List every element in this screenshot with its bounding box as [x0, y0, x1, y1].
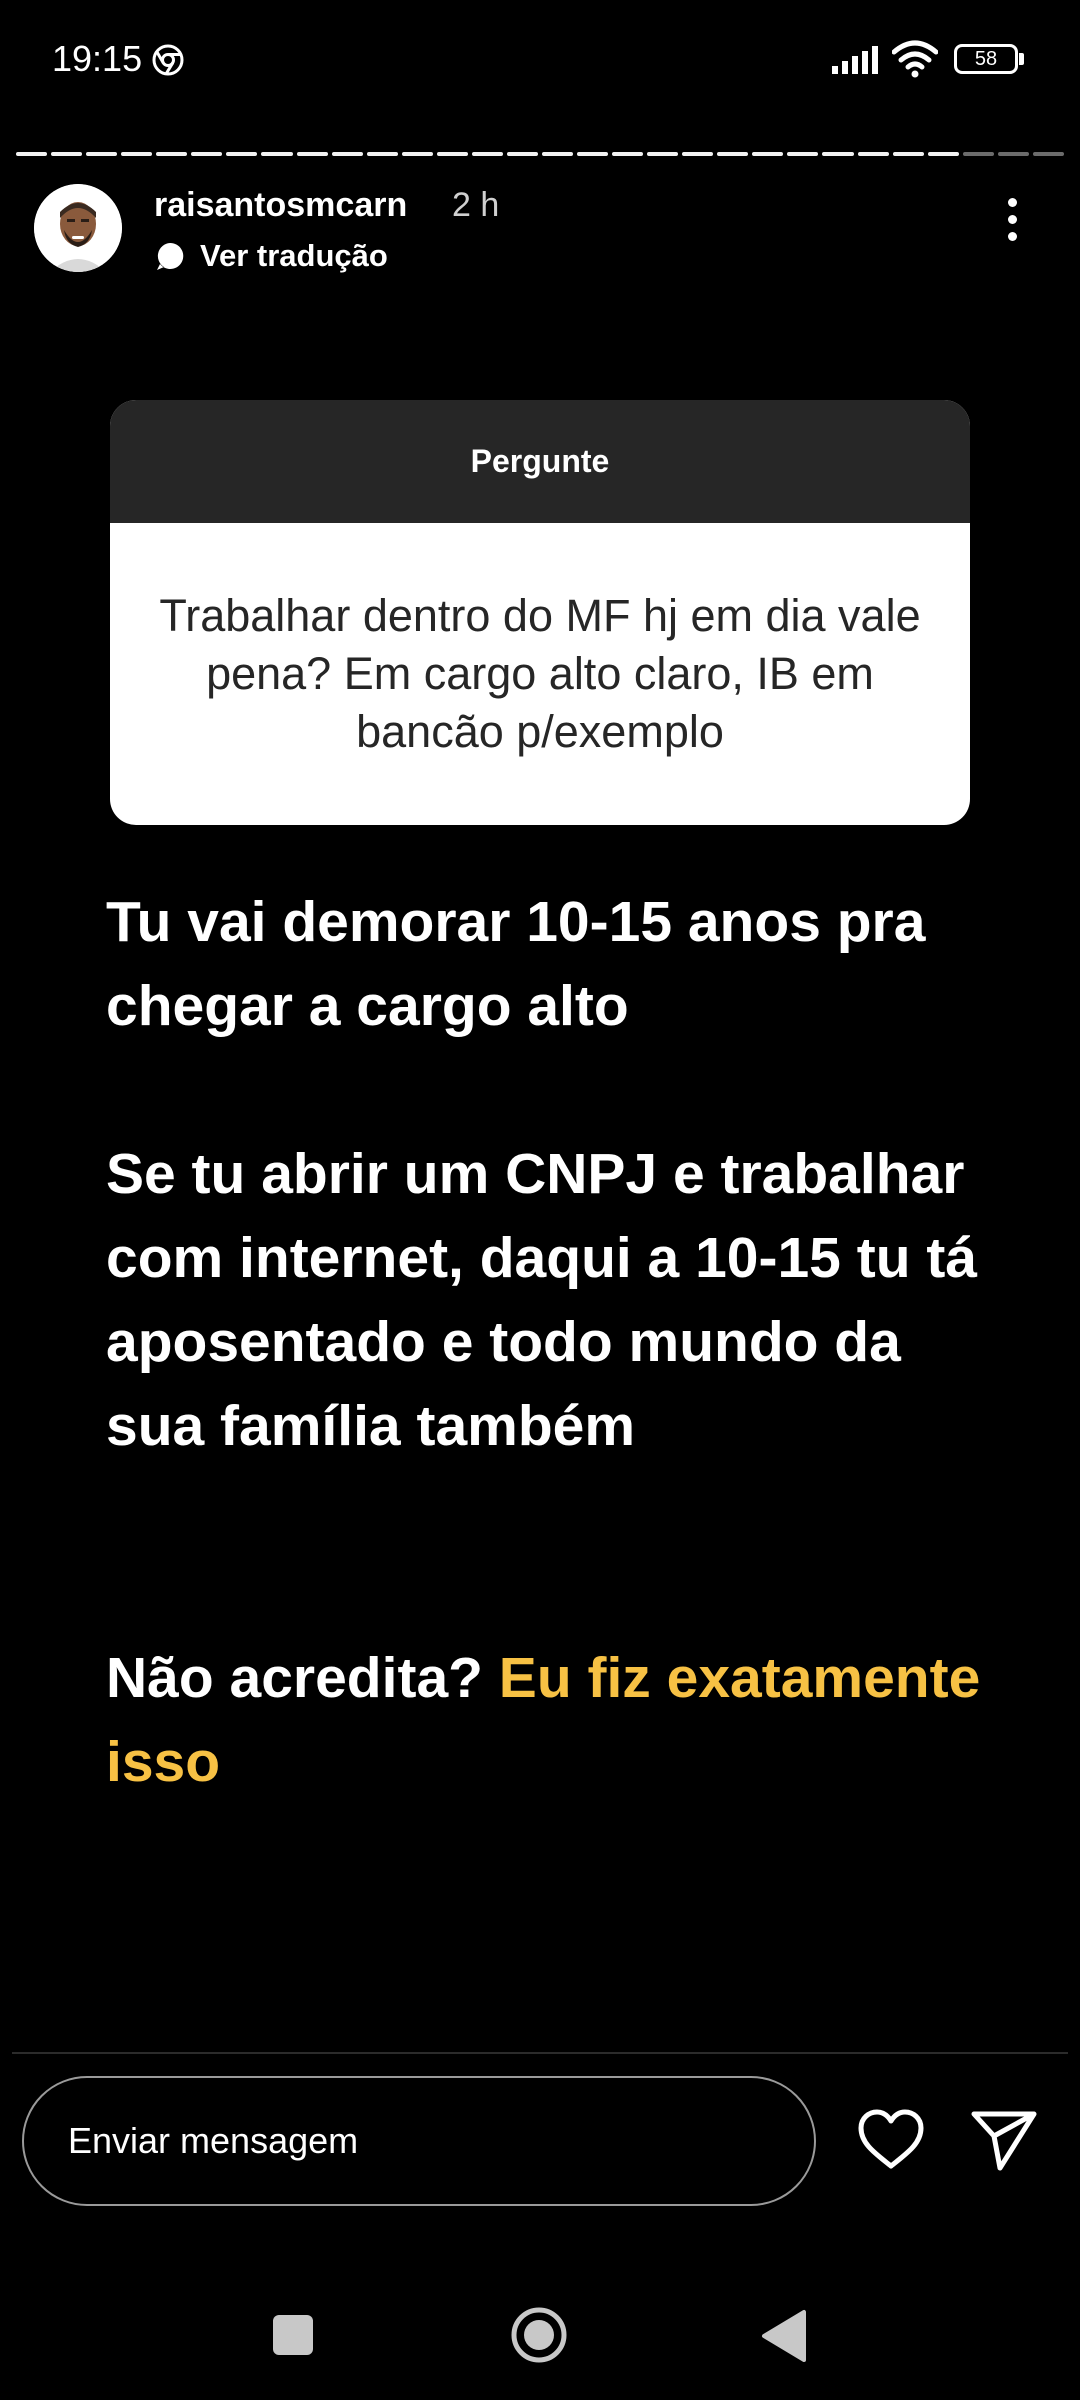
- progress-segment: [541, 152, 573, 156]
- battery-icon: 58: [954, 44, 1024, 76]
- status-bar: 19:15 58: [0, 0, 1080, 120]
- progress-segment: [1032, 152, 1064, 156]
- avatar-image: [34, 184, 122, 272]
- more-options-icon[interactable]: [1002, 198, 1022, 250]
- progress-segment: [471, 152, 503, 156]
- heart-icon[interactable]: [856, 2108, 926, 2172]
- battery-level: 58: [954, 44, 1018, 74]
- story-viewer: 19:15 58 raisantosmcarn 2 h Ver tradução…: [0, 0, 1080, 2400]
- translate-icon: [157, 242, 184, 270]
- send-icon[interactable]: [970, 2106, 1038, 2172]
- status-time: 19:15: [52, 38, 143, 79]
- progress-segment: [436, 152, 468, 156]
- progress-segment: [296, 152, 328, 156]
- signal-icon: [832, 46, 878, 74]
- answer-paragraph-3-text: Não acredita?: [106, 1646, 499, 1710]
- progress-segment: [156, 152, 188, 156]
- progress-segment: [401, 152, 433, 156]
- progress-segment: [191, 152, 223, 156]
- answer-paragraph-1: Tu vai demorar 10-15 anos pra chegar a c…: [106, 890, 926, 1038]
- progress-segment: [506, 152, 538, 156]
- progress-segment: [682, 152, 714, 156]
- question-sticker: Pergunte Trabalhar dentro do MF hj em di…: [110, 400, 970, 825]
- chrome-icon: [152, 44, 184, 76]
- send-message-input[interactable]: [22, 2076, 816, 2206]
- progress-segment: [927, 152, 959, 156]
- progress-segment: [857, 152, 889, 156]
- progress-segment: [997, 152, 1029, 156]
- progress-segment: [577, 152, 609, 156]
- progress-segment: [226, 152, 258, 156]
- progress-segment: [717, 152, 749, 156]
- progress-segment: [962, 152, 994, 156]
- post-time: 2 h: [452, 186, 500, 224]
- progress-segment: [612, 152, 644, 156]
- question-text: Trabalhar dentro do MF hj em dia vale pe…: [159, 590, 921, 757]
- back-button[interactable]: [760, 2308, 808, 2364]
- home-button[interactable]: [510, 2306, 568, 2364]
- progress-segment: [16, 152, 48, 156]
- progress-segment: [752, 152, 784, 156]
- progress-segment: [647, 152, 679, 156]
- progress-segment: [86, 152, 118, 156]
- see-translation-button[interactable]: Ver tradução: [154, 236, 388, 276]
- divider: [12, 2052, 1068, 2054]
- progress-segment: [51, 152, 83, 156]
- recent-apps-button[interactable]: [272, 2314, 314, 2356]
- progress-segment: [121, 152, 153, 156]
- progress-segment: [331, 152, 363, 156]
- avatar[interactable]: [34, 184, 122, 272]
- username[interactable]: raisantosmcarn: [154, 186, 407, 225]
- wifi-icon: [892, 40, 938, 78]
- progress-segment: [366, 152, 398, 156]
- progress-segment: [787, 152, 819, 156]
- progress-segment: [892, 152, 924, 156]
- see-translation-label: Ver tradução: [200, 238, 388, 273]
- progress-segment: [822, 152, 854, 156]
- story-progress-bar: [16, 152, 1064, 158]
- progress-segment: [261, 152, 293, 156]
- answer-paragraph-2: Se tu abrir um CNPJ e trabalhar com inte…: [106, 1142, 978, 1458]
- question-sticker-header: Pergunte: [110, 400, 970, 523]
- answer-paragraph-3: Não acredita? Eu fiz exatamente isso: [106, 1636, 1006, 1804]
